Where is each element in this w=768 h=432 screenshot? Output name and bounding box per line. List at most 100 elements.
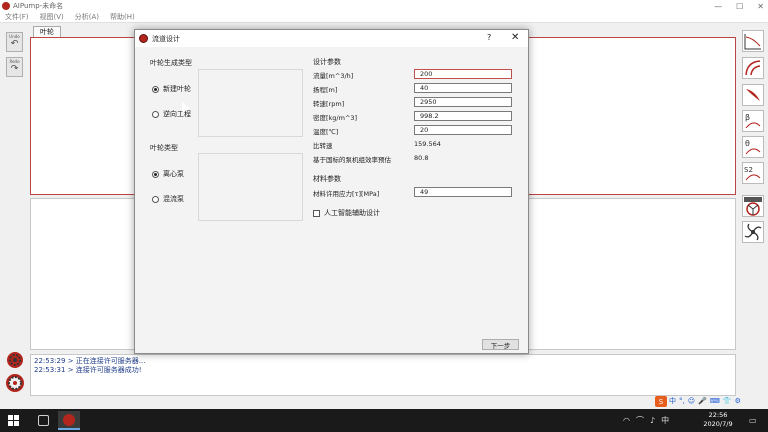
help-button[interactable]: ? — [487, 33, 491, 42]
checkbox-label: 人工智能辅助设计 — [324, 209, 380, 217]
impeller-3d-button[interactable] — [742, 195, 764, 217]
app-logo-icon — [63, 413, 75, 426]
head-label: 扬程[m] — [313, 86, 338, 94]
undo-button[interactable]: Undo ↶ — [6, 32, 23, 52]
beta-curve-icon: β — [745, 113, 761, 129]
menu-help[interactable]: 帮助(H) — [110, 12, 135, 22]
log-time: 22:53:29 — [34, 357, 66, 365]
radio-button[interactable] — [152, 110, 159, 118]
tab-impeller[interactable]: 叶轮 — [33, 26, 61, 37]
blade-button[interactable] — [742, 84, 764, 106]
menu-analysis[interactable]: 分析(A) — [75, 12, 99, 22]
svg-text:S2: S2 — [744, 166, 753, 174]
taskview-icon — [37, 415, 49, 426]
redo-arrow-icon: ↷ — [10, 64, 19, 74]
channel-design-dialog: 流道设计 ? ✕ 叶轮生成类型 新建叶轮 逆向工程 叶轮类型 离心泵 混流泵 设… — [134, 29, 529, 354]
taskbar-clock[interactable]: 22:56 2020/7/9 — [700, 411, 736, 429]
windows-start-icon[interactable] — [8, 415, 19, 426]
flow-label: 流量[m^3/h] — [313, 72, 354, 80]
radio-label: 新建叶轮 — [163, 85, 191, 93]
flow-input[interactable]: 200 — [414, 69, 512, 79]
specific-speed-label: 比转速 — [313, 142, 333, 150]
minimize-icon[interactable]: — — [714, 2, 722, 11]
screen: AIPump-未命名 — ☐ ✕ 文件(F) 视图(V) 分析(A) 帮助(H)… — [0, 0, 768, 432]
beta-button[interactable]: β — [742, 110, 764, 132]
ime-mode[interactable]: 中 — [669, 396, 676, 406]
efficiency-label: 基于国标的泵机组效率预估 — [313, 156, 391, 164]
log-text: > 连接许可服务器成功! — [67, 366, 142, 374]
meridional-button[interactable] — [742, 57, 764, 79]
checkbox[interactable] — [313, 209, 320, 217]
right-toolbar: β θ S2 — [740, 26, 766, 256]
window-controls: — ☐ ✕ — [714, 0, 764, 12]
app-logo-icon — [2, 2, 10, 10]
radio-mixed-flow[interactable]: 混流泵 — [152, 194, 184, 204]
radio-new-impeller[interactable]: 新建叶轮 — [152, 84, 191, 94]
dialog-title: 流道设计 — [152, 34, 180, 43]
ime-mic-icon[interactable]: 🎤 — [698, 397, 707, 405]
menu-file[interactable]: 文件(F) — [5, 12, 29, 22]
radio-label: 逆向工程 — [163, 110, 191, 118]
network-icon[interactable]: ◠ — [623, 416, 630, 425]
blade-icon — [746, 89, 760, 101]
app-logo-icon — [139, 34, 148, 43]
ime-punct[interactable]: °, — [679, 397, 685, 405]
radio-button[interactable] — [152, 170, 159, 178]
redo-button[interactable]: Redo ↷ — [6, 57, 23, 77]
menubar: 文件(F) 视图(V) 分析(A) 帮助(H) — [0, 12, 768, 23]
stress-label: 材料许用应力[τ][MPa] — [313, 190, 380, 198]
log-time: 22:53:31 — [34, 366, 66, 374]
speed-input[interactable]: 2950 — [414, 97, 512, 107]
head-input[interactable]: 40 — [414, 83, 512, 93]
gen-type-preview — [198, 69, 303, 137]
dialog-close-button[interactable]: ✕ — [511, 32, 519, 43]
system-tray: ◠ ⌒ ♪ 中 — [620, 409, 672, 432]
s2-button[interactable]: S2 — [742, 162, 764, 184]
temperature-input[interactable]: 20 — [414, 125, 512, 135]
aipump-taskbar-button[interactable] — [58, 411, 80, 430]
impeller-view-button[interactable] — [742, 221, 764, 243]
radio-centrifugal[interactable]: 离心泵 — [152, 169, 184, 179]
ime-settings-icon[interactable]: ⚙ — [735, 397, 741, 405]
impeller-3d-icon — [744, 197, 762, 216]
maximize-icon[interactable]: ☐ — [736, 2, 743, 11]
speed-label: 转速[rpm] — [313, 100, 345, 108]
density-input[interactable]: 998.2 — [414, 111, 512, 121]
ai-design-checkbox[interactable]: 人工智能辅助设计 — [313, 208, 380, 218]
ime-skin-icon[interactable]: 👕 — [723, 397, 732, 405]
clock-time: 22:56 — [708, 411, 728, 419]
s2-curve-icon: S2 — [744, 166, 761, 181]
log-line: 22:53:31 > 连接许可服务器成功! — [34, 366, 732, 375]
density-label: 密度[kg/m^3] — [313, 114, 358, 122]
app-title: AIPump-未命名 — [13, 2, 64, 10]
volume-icon[interactable]: ♪ — [650, 416, 655, 425]
gear-icon[interactable] — [5, 350, 25, 370]
ime-emoji-icon[interactable]: ☺ — [688, 397, 695, 405]
radio-button[interactable] — [152, 85, 159, 93]
material-title: 材料参数 — [313, 175, 341, 183]
sogou-ime-icon[interactable]: S — [655, 396, 667, 407]
theta-button[interactable]: θ — [742, 136, 764, 158]
taskview-button[interactable] — [32, 411, 54, 430]
impeller-gear-icon[interactable] — [5, 373, 25, 393]
efficiency-value: 80.8 — [414, 154, 429, 162]
gen-type-title: 叶轮生成类型 — [150, 59, 192, 67]
input-language[interactable]: 中 — [661, 415, 669, 426]
wifi-icon[interactable]: ⌒ — [636, 415, 644, 426]
stress-input[interactable]: 49 — [414, 187, 512, 197]
app-titlebar: AIPump-未命名 — ☐ ✕ — [0, 0, 768, 12]
ime-toolbar: 中 °, ☺ 🎤 ⌨ 👕 ⚙ — [669, 396, 741, 406]
next-button[interactable]: 下一步 — [482, 339, 519, 350]
ime-keyboard-icon[interactable]: ⌨ — [710, 397, 720, 405]
close-icon[interactable]: ✕ — [757, 2, 764, 11]
radio-label: 混流泵 — [163, 195, 184, 203]
svg-text:β: β — [745, 113, 750, 122]
taskbar: ◠ ⌒ ♪ 中 22:56 2020/7/9 ▭ — [0, 409, 768, 432]
log-line: 22:53:29 > 正在连接许可服务器... — [34, 357, 732, 366]
svg-text:θ: θ — [745, 139, 750, 148]
undo-arrow-icon: ↶ — [10, 39, 19, 49]
head-curve-button[interactable] — [742, 30, 764, 52]
radio-button[interactable] — [152, 195, 159, 203]
notification-button[interactable]: ▭ — [746, 409, 760, 432]
menu-view[interactable]: 视图(V) — [40, 12, 64, 22]
